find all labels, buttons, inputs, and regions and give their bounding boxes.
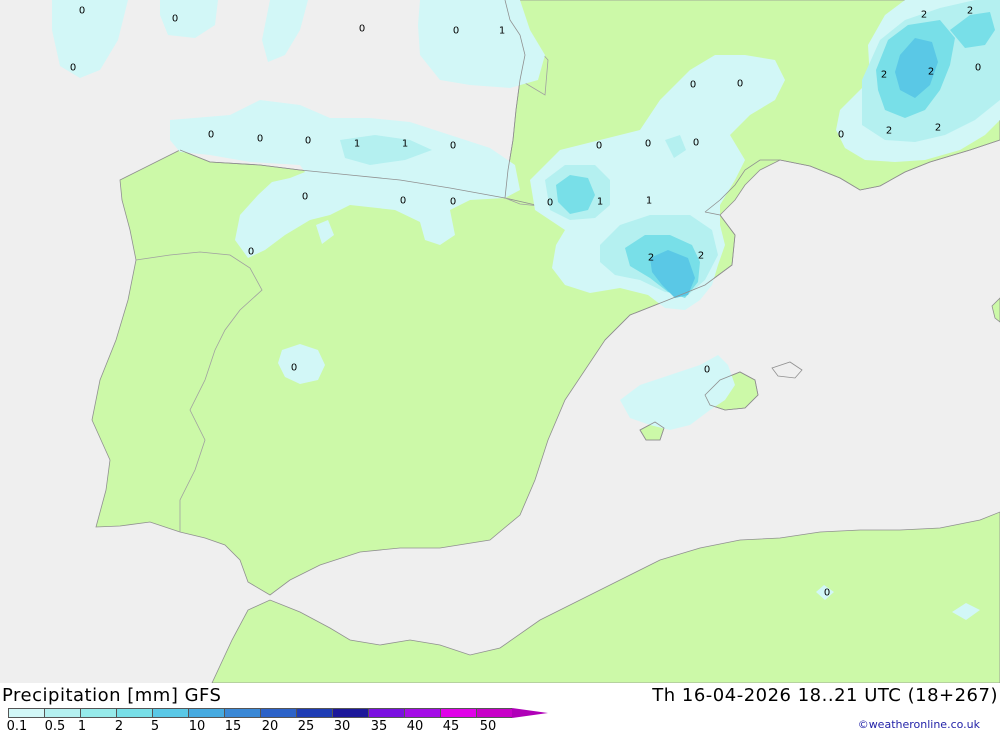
precip-value-label: 0 (824, 588, 830, 599)
precip-value-label: 0 (208, 130, 214, 141)
scale-swatch (44, 708, 80, 718)
precip-value-label: 1 (499, 26, 505, 37)
precip-value-label: 0 (79, 6, 85, 17)
map-canvas: 0 0 0 0 0 1 0 0 0 1 1 0 0 0 0 0 0 0 0 0 0 1 0 1 2 2 0 0 2 2 2 2 0 0 2 2 0 (0, 0, 1000, 683)
precip-value-label: 0 (596, 141, 602, 152)
precip-value-label: 0 (453, 26, 459, 37)
precip-value-label: 0 (737, 79, 743, 90)
scale-arrow (512, 708, 548, 718)
scale-swatch (440, 708, 476, 718)
precip-value-label: 0 (838, 130, 844, 141)
precipitation-map: 0 0 0 0 0 1 0 0 0 1 1 0 0 0 0 0 0 0 0 0 0 1 0 1 2 2 0 0 2 2 2 2 0 0 2 2 0 (0, 0, 1000, 683)
precip-value-label: 0 (450, 141, 456, 152)
precip-value-label: 2 (928, 67, 934, 78)
scale-tick-label: 40 (406, 719, 424, 734)
color-scale (8, 708, 548, 718)
precip-value-label: 2 (648, 253, 654, 264)
scale-swatch (224, 708, 260, 718)
precip-value-label: 0 (305, 136, 311, 147)
scale-tick-label: 5 (150, 719, 160, 734)
precip-value-label: 0 (291, 363, 297, 374)
precip-value-label: 1 (646, 196, 652, 207)
precip-value-label: 2 (881, 70, 887, 81)
forecast-datetime: Th 16-04-2026 18..21 UTC (18+267) (652, 685, 998, 706)
scale-swatch (188, 708, 224, 718)
scale-swatch (368, 708, 404, 718)
scale-tick-label: 45 (442, 719, 460, 734)
precip-value-label: 0 (693, 138, 699, 149)
scale-swatch (260, 708, 296, 718)
scale-tick-label: 0.1 (6, 719, 28, 734)
precip-value-label: 2 (698, 251, 704, 262)
precip-value-label: 0 (359, 24, 365, 35)
precip-value-label: 0 (248, 247, 254, 258)
precip-value-label: 2 (921, 10, 927, 21)
scale-tick-label: 25 (297, 719, 315, 734)
scale-tick-label: 20 (261, 719, 279, 734)
precip-value-label: 0 (645, 139, 651, 150)
precip-value-label: 0 (172, 14, 178, 25)
scale-swatch (8, 708, 44, 718)
scale-tick-label: 50 (479, 719, 497, 734)
precip-value-label: 2 (935, 123, 941, 134)
map-title: Precipitation [mm] GFS (2, 685, 222, 706)
scale-swatch (80, 708, 116, 718)
precip-value-label: 0 (302, 192, 308, 203)
scale-ticks: 0.1 0.5 1 2 5 10 15 20 25 30 35 40 45 50 (0, 719, 560, 734)
scale-swatch (152, 708, 188, 718)
scale-swatch (116, 708, 152, 718)
footer: Precipitation [mm] GFS Th 16-04-2026 18.… (0, 683, 1000, 734)
scale-tick-label: 1 (77, 719, 87, 734)
scale-tick-label: 35 (370, 719, 388, 734)
scale-swatch (476, 708, 512, 718)
scale-tick-label: 2 (114, 719, 124, 734)
credit-link[interactable]: ©weatheronline.co.uk (858, 718, 980, 731)
precip-value-label: 0 (975, 63, 981, 74)
scale-tick-label: 15 (224, 719, 242, 734)
scale-tick-label: 30 (333, 719, 351, 734)
precip-value-label: 2 (886, 126, 892, 137)
scale-tick-label: 0.5 (44, 719, 66, 734)
scale-tick-label: 10 (188, 719, 206, 734)
precip-value-label: 0 (690, 80, 696, 91)
precip-value-label: 1 (354, 139, 360, 150)
precip-value-label: 1 (597, 197, 603, 208)
scale-swatch (332, 708, 368, 718)
precip-value-label: 0 (70, 63, 76, 74)
precip-value-label: 0 (704, 365, 710, 376)
precip-value-label: 0 (257, 134, 263, 145)
scale-swatch (404, 708, 440, 718)
precip-value-label: 0 (400, 196, 406, 207)
precip-value-label: 2 (967, 6, 973, 17)
precip-value-label: 1 (402, 139, 408, 150)
precip-value-label: 0 (450, 197, 456, 208)
scale-swatch (296, 708, 332, 718)
precip-value-label: 0 (547, 198, 553, 209)
